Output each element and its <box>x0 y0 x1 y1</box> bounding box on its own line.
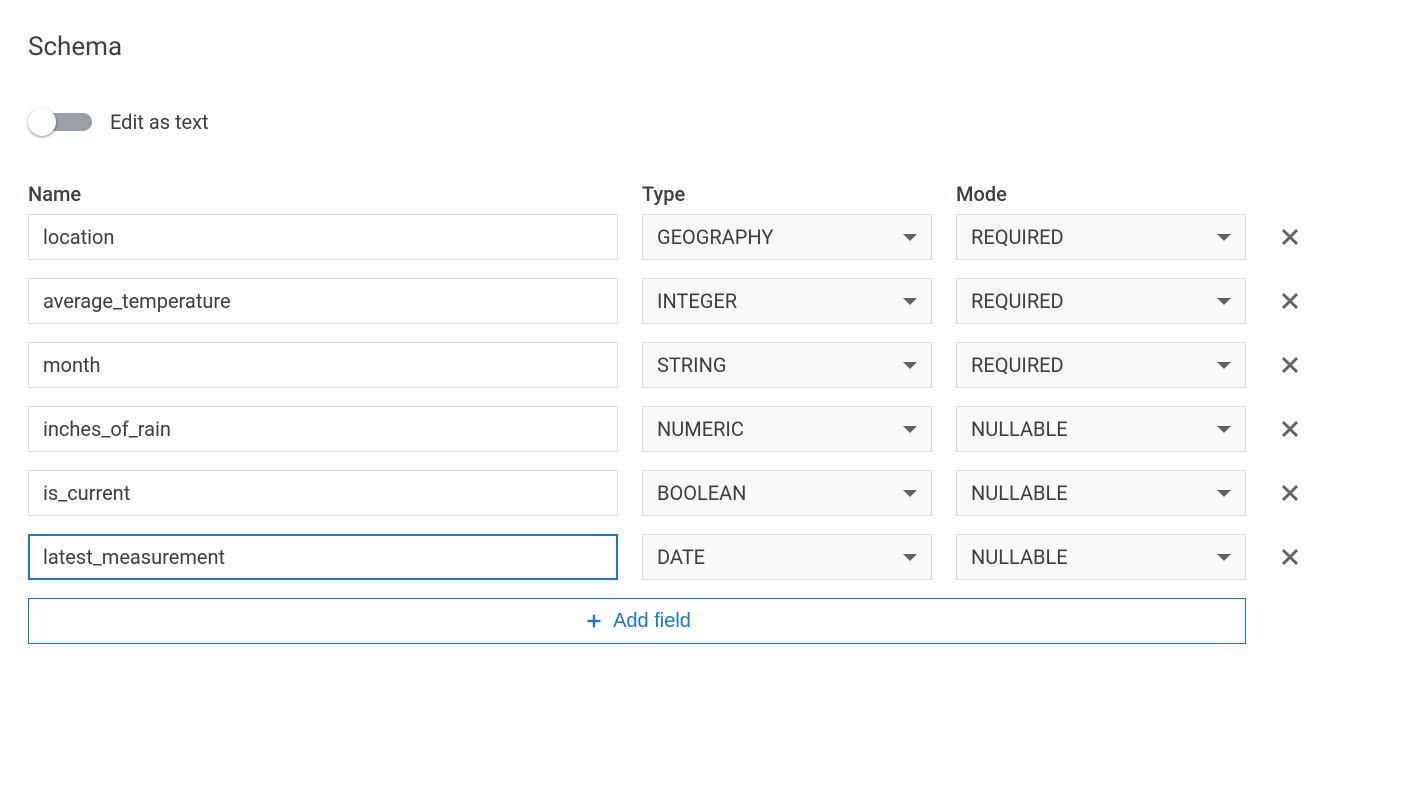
field-name-input[interactable] <box>28 278 618 324</box>
edit-as-text-row: Edit as text <box>28 110 1382 134</box>
header-mode: Mode <box>956 182 1246 206</box>
header-name: Name <box>28 182 618 206</box>
plus-icon <box>583 610 605 632</box>
schema-field-row: STRING REQUIRED <box>28 342 1382 388</box>
field-name-input[interactable] <box>28 534 618 580</box>
delete-field-button[interactable] <box>1270 473 1310 513</box>
field-mode-select[interactable]: NULLABLE <box>956 406 1246 452</box>
close-icon <box>1276 287 1304 315</box>
field-type-value: DATE <box>657 545 705 569</box>
schema-field-row: BOOLEAN NULLABLE <box>28 470 1382 516</box>
field-type-select[interactable]: GEOGRAPHY <box>642 214 932 260</box>
dropdown-arrow-icon <box>903 554 917 561</box>
field-type-value: GEOGRAPHY <box>657 225 773 249</box>
field-mode-select[interactable]: REQUIRED <box>956 342 1246 388</box>
close-icon <box>1276 415 1304 443</box>
field-mode-value: REQUIRED <box>971 353 1064 377</box>
dropdown-arrow-icon <box>903 426 917 433</box>
close-icon <box>1276 223 1304 251</box>
dropdown-arrow-icon <box>1217 362 1231 369</box>
header-type: Type <box>642 182 932 206</box>
close-icon <box>1276 543 1304 571</box>
edit-as-text-label: Edit as text <box>110 110 209 134</box>
delete-field-button[interactable] <box>1270 409 1310 449</box>
schema-header-row: Name Type Mode <box>28 182 1382 206</box>
field-mode-select[interactable]: NULLABLE <box>956 470 1246 516</box>
schema-fields-grid: Name Type Mode GEOGRAPHY REQUIRED INTEGER R… <box>28 182 1382 644</box>
close-icon <box>1276 479 1304 507</box>
add-field-label: Add field <box>613 610 691 633</box>
field-name-input[interactable] <box>28 406 618 452</box>
dropdown-arrow-icon <box>1217 234 1231 241</box>
dropdown-arrow-icon <box>1217 298 1231 305</box>
field-name-input[interactable] <box>28 214 618 260</box>
dropdown-arrow-icon <box>903 234 917 241</box>
schema-field-row: INTEGER REQUIRED <box>28 278 1382 324</box>
dropdown-arrow-icon <box>1217 554 1231 561</box>
field-mode-select[interactable]: REQUIRED <box>956 214 1246 260</box>
delete-field-button[interactable] <box>1270 281 1310 321</box>
field-type-select[interactable]: DATE <box>642 534 932 580</box>
edit-as-text-toggle[interactable] <box>28 110 92 134</box>
dropdown-arrow-icon <box>903 490 917 497</box>
delete-field-button[interactable] <box>1270 217 1310 257</box>
add-field-button[interactable]: Add field <box>28 598 1246 644</box>
close-icon <box>1276 351 1304 379</box>
dropdown-arrow-icon <box>1217 490 1231 497</box>
field-type-select[interactable]: STRING <box>642 342 932 388</box>
field-type-value: BOOLEAN <box>657 481 746 505</box>
field-mode-value: NULLABLE <box>971 481 1068 505</box>
delete-field-button[interactable] <box>1270 345 1310 385</box>
field-mode-value: NULLABLE <box>971 545 1068 569</box>
field-mode-value: REQUIRED <box>971 289 1064 313</box>
field-name-input[interactable] <box>28 342 618 388</box>
field-type-value: INTEGER <box>657 289 737 313</box>
field-name-input[interactable] <box>28 470 618 516</box>
field-type-value: NUMERIC <box>657 417 744 441</box>
schema-field-row: DATE NULLABLE <box>28 534 1382 580</box>
schema-field-row: NUMERIC NULLABLE <box>28 406 1382 452</box>
field-type-value: STRING <box>657 353 726 377</box>
dropdown-arrow-icon <box>903 298 917 305</box>
field-type-select[interactable]: NUMERIC <box>642 406 932 452</box>
schema-field-row: GEOGRAPHY REQUIRED <box>28 214 1382 260</box>
field-type-select[interactable]: BOOLEAN <box>642 470 932 516</box>
delete-field-button[interactable] <box>1270 537 1310 577</box>
field-mode-select[interactable]: REQUIRED <box>956 278 1246 324</box>
dropdown-arrow-icon <box>1217 426 1231 433</box>
field-mode-select[interactable]: NULLABLE <box>956 534 1246 580</box>
dropdown-arrow-icon <box>903 362 917 369</box>
field-mode-value: REQUIRED <box>971 225 1064 249</box>
schema-section-title: Schema <box>28 32 1382 62</box>
field-mode-value: NULLABLE <box>971 417 1068 441</box>
field-type-select[interactable]: INTEGER <box>642 278 932 324</box>
